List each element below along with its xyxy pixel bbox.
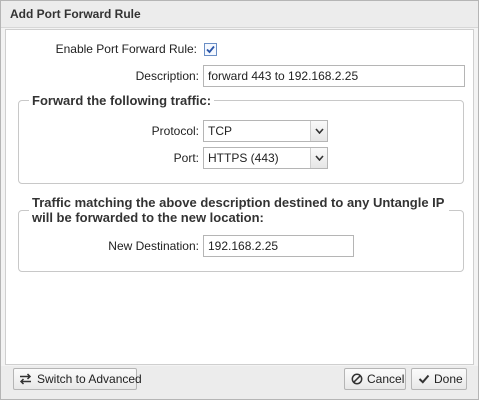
enable-rule-label: Enable Port Forward Rule: [55,42,197,56]
switch-arrows-icon [19,373,32,385]
destination-legend: Traffic matching the above description d… [29,195,449,225]
description-label: Description: [135,69,199,83]
description-input[interactable]: forward 443 to 192.168.2.25 [203,65,465,87]
port-select[interactable]: HTTPS (443) [203,147,328,169]
cancel-button[interactable]: Cancel [344,368,406,390]
done-button[interactable]: Done [411,368,467,390]
forward-traffic-legend: Forward the following traffic: [29,93,215,108]
checkmark-icon [206,45,215,54]
enable-rule-checkbox[interactable] [204,43,217,56]
dialog-footer: Switch to Advanced Cancel Done [1,366,478,399]
protocol-select[interactable]: TCP [203,120,328,142]
switch-to-advanced-button[interactable]: Switch to Advanced [13,368,142,390]
new-destination-label: New Destination: [108,239,199,253]
dialog-title: Add Port Forward Rule [10,7,141,21]
cancel-label: Cancel [367,372,405,386]
add-port-forward-dialog: Add Port Forward Rule Enable Port Forwar… [0,0,479,400]
chevron-down-icon[interactable] [310,121,327,141]
dialog-titlebar[interactable]: Add Port Forward Rule [1,1,478,28]
port-label: Port: [173,151,199,165]
forward-traffic-group [18,100,464,184]
done-label: Done [434,372,463,386]
chevron-down-icon[interactable] [310,148,327,168]
switch-to-advanced-label: Switch to Advanced [37,372,142,386]
cancel-circle-icon [351,373,363,385]
port-value: HTTPS (443) [208,151,279,165]
destination-legend-line1: Traffic matching the above description d… [32,195,445,210]
new-destination-input[interactable]: 192.168.2.25 [203,235,354,257]
dialog-body: Enable Port Forward Rule: Description: f… [5,29,474,365]
destination-legend-line2: will be forwarded to the new location: [32,210,264,225]
protocol-label: Protocol: [151,124,199,138]
checkmark-icon [418,374,430,384]
protocol-value: TCP [208,124,232,138]
